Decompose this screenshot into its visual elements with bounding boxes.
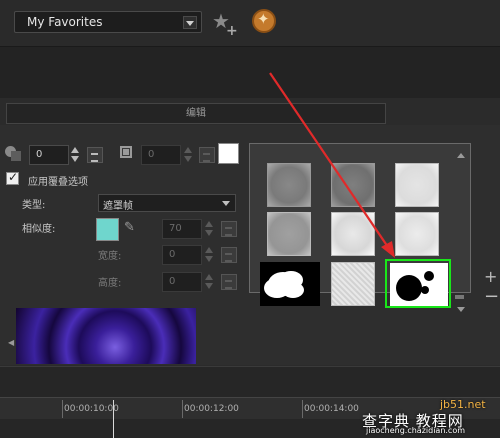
annotation-arrow-line: [269, 72, 393, 254]
watermark-url: jiaocheng.chazidian.com: [366, 426, 466, 435]
annotation-arrow: [269, 72, 395, 258]
annotation-arrow-head: [381, 241, 395, 258]
